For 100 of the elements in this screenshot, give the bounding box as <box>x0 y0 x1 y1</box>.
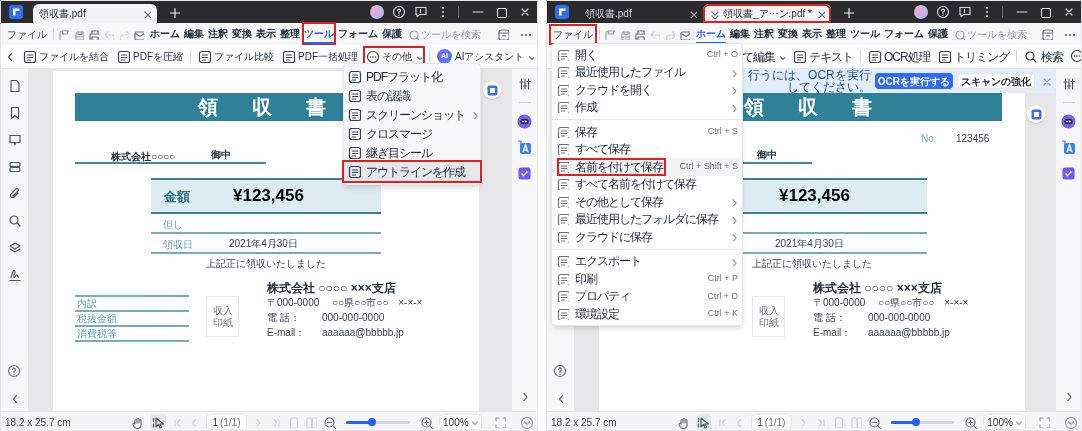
zoom-slider[interactable] <box>345 420 410 424</box>
chevron-down-icon[interactable] <box>1064 415 1077 429</box>
sliders-icon[interactable] <box>517 77 532 91</box>
menu-item[interactable]: 環境設定 Ctrl + K <box>552 305 742 323</box>
menu-item[interactable]: 最近使用したファイル <box>552 63 742 81</box>
menu-tab[interactable]: ツール <box>304 24 334 44</box>
toolbar-button[interactable]: て編集 <box>741 47 786 66</box>
menu-tab[interactable]: 編集 <box>184 24 204 44</box>
zoom-in-icon[interactable] <box>420 415 433 429</box>
toolbar-button[interactable]: 検索 <box>1022 47 1064 66</box>
menu-tab[interactable]: 変換 <box>232 24 252 44</box>
help-icon[interactable] <box>936 5 950 19</box>
menu-tab[interactable]: ホーム <box>150 24 180 44</box>
enhance-scan-button[interactable]: スキャンの強化 <box>957 73 1035 89</box>
menu-item[interactable]: すべて名前を付けて保存 <box>552 175 742 193</box>
zoom-in-icon[interactable] <box>964 415 978 429</box>
toolbar-button[interactable]: ファイル比較 <box>197 47 275 66</box>
menu-tab[interactable]: 整理 <box>826 24 846 44</box>
menu-item[interactable]: エクスポート <box>552 252 742 270</box>
help-icon[interactable] <box>6 364 23 380</box>
document-tab[interactable]: 領収書.pdf <box>33 4 157 23</box>
mail-icon[interactable] <box>679 28 690 40</box>
menu-tab[interactable]: フォーム <box>884 24 924 44</box>
select-tool-button[interactable] <box>150 414 167 430</box>
close-icon[interactable] <box>688 9 697 18</box>
chevron-down-icon[interactable] <box>520 415 533 429</box>
menu-item[interactable]: 開く Ctrl + O <box>552 46 742 64</box>
toolbar-button[interactable]: PDFを圧縮 <box>116 47 184 66</box>
toolbar-button[interactable]: トリミング <box>936 47 1010 66</box>
robot-icon[interactable] <box>1061 114 1076 129</box>
menu-item[interactable]: スクリーンショット <box>344 105 480 124</box>
panel-icon[interactable] <box>1041 28 1053 40</box>
zoom-out-icon[interactable] <box>322 415 336 429</box>
menu-tab[interactable]: 注釈 <box>208 24 228 44</box>
page-field[interactable]: 1 (1/1) <box>751 414 792 430</box>
more-icon[interactable] <box>1069 48 1081 65</box>
hand-icon[interactable] <box>131 415 145 429</box>
mail-icon[interactable] <box>133 28 144 40</box>
hand-icon[interactable] <box>676 415 690 429</box>
menu-tab[interactable]: 保護 <box>928 24 948 44</box>
menu-tab[interactable]: フォーム <box>338 24 378 44</box>
menu-item[interactable]: プロパティ Ctrl + D <box>552 287 742 305</box>
robot-icon[interactable] <box>517 114 532 129</box>
app-logo-icon[interactable] <box>555 5 569 19</box>
maximize-icon[interactable] <box>495 6 507 18</box>
avatar[interactable] <box>370 5 384 19</box>
translate-icon[interactable] <box>1061 140 1076 155</box>
menu-item[interactable]: クロスマージ <box>344 124 480 143</box>
floating-button[interactable] <box>1027 105 1045 123</box>
menu-tab[interactable]: 整理 <box>280 24 300 44</box>
zoom-field[interactable]: 100% <box>439 414 482 430</box>
toolbar-button[interactable]: PDF一括処理 <box>281 47 359 66</box>
menu-item[interactable]: アウトラインを作成 <box>344 162 480 181</box>
signature-icon[interactable] <box>7 268 22 282</box>
menu-item[interactable]: すべて保存 <box>552 140 742 158</box>
help-icon[interactable] <box>552 364 569 380</box>
menu-item[interactable]: クラウドに保存 <box>552 228 742 246</box>
menu-tab[interactable]: 編集 <box>730 24 750 44</box>
comment-icon[interactable] <box>7 133 22 147</box>
menu-item[interactable]: 名前を付けて保存 Ctrl + Shift + S <box>552 158 742 176</box>
zoom-slider[interactable] <box>890 420 955 424</box>
toolbar-button[interactable]: ファイルを結合 <box>22 47 110 66</box>
help-icon[interactable] <box>392 5 406 19</box>
menu-item[interactable]: 作成 <box>552 98 742 116</box>
slider-thumb[interactable] <box>367 418 376 426</box>
save-all-icon[interactable] <box>619 28 630 40</box>
search-field[interactable]: ツールを検索 <box>967 26 1029 42</box>
menu-tab[interactable]: 表示 <box>802 24 822 44</box>
menu-item[interactable]: 保存 Ctrl + S <box>552 123 742 141</box>
select-tool-button[interactable] <box>695 414 712 430</box>
menu-tab[interactable]: 変換 <box>778 24 798 44</box>
ocr-button[interactable]: OCRを実行する <box>874 73 953 89</box>
document-tab[interactable]: 領収書_ア···ン.pdf * <box>703 4 831 23</box>
paperclip-icon[interactable] <box>7 187 22 201</box>
feedback-icon[interactable] <box>414 5 428 19</box>
add-tab-icon[interactable] <box>169 7 180 18</box>
zoom-field[interactable]: 100% <box>983 414 1026 430</box>
layers-icon[interactable] <box>7 241 22 255</box>
menu-item[interactable]: PDFフラット化 <box>344 67 480 86</box>
page-field[interactable]: 1 (1/1) <box>206 414 247 430</box>
search-icon[interactable] <box>7 214 22 228</box>
menu-tab[interactable]: 保護 <box>382 24 402 44</box>
slider-thumb[interactable] <box>912 418 921 426</box>
page-icon[interactable] <box>7 79 22 93</box>
menu-tab[interactable]: 表示 <box>256 24 276 44</box>
toolbar-button[interactable]: OCR処理 <box>867 47 931 66</box>
translate-icon[interactable] <box>517 140 532 155</box>
menu-item[interactable]: クラウドを開く <box>552 81 742 99</box>
menu-item[interactable]: 最近使用したフォルダに保存 <box>552 210 742 228</box>
menu-item[interactable]: 印刷 Ctrl + P <box>552 270 742 288</box>
maximize-icon[interactable] <box>1039 6 1051 18</box>
floating-button[interactable] <box>483 81 501 99</box>
close-icon[interactable] <box>1063 6 1075 18</box>
app-logo-icon[interactable] <box>9 5 23 19</box>
zoom-out-icon[interactable] <box>867 415 881 429</box>
checklist-icon[interactable] <box>517 166 532 181</box>
feedback-icon[interactable] <box>958 5 972 19</box>
toolbar-button[interactable]: その他 <box>365 47 423 66</box>
add-tab-icon[interactable] <box>842 7 854 18</box>
file-menu-button[interactable]: ファイル <box>5 25 49 43</box>
